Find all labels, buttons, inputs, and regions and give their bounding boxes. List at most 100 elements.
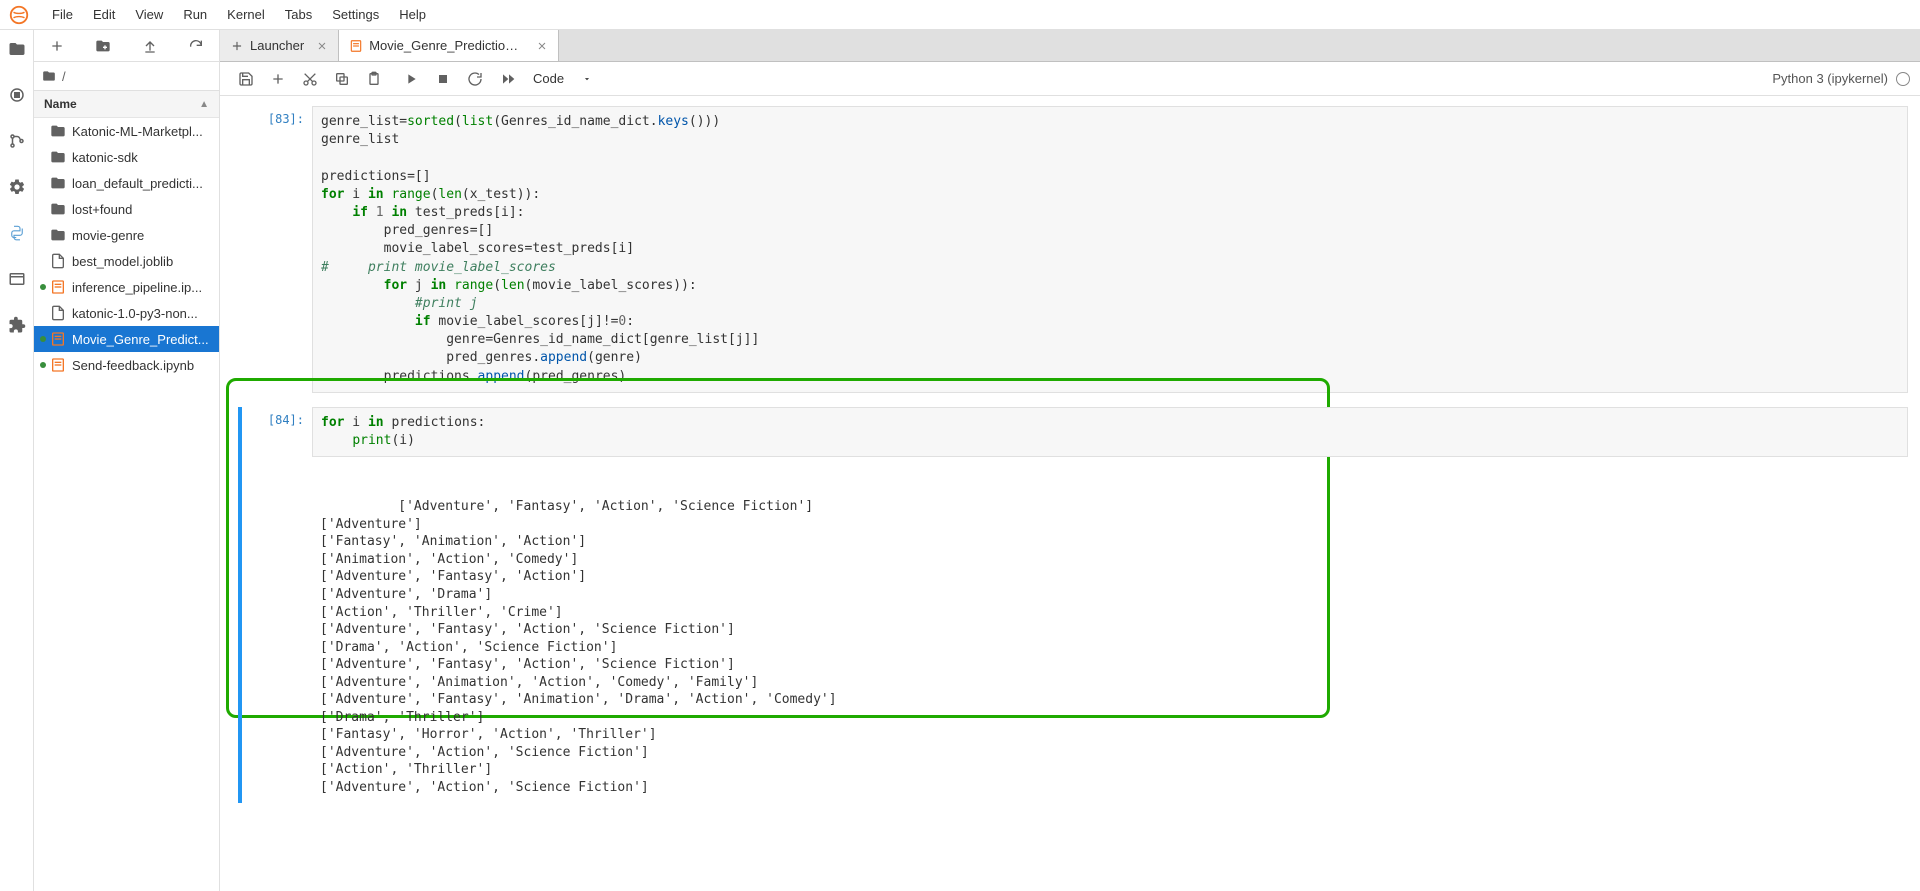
file-item[interactable]: Movie_Genre_Predict... <box>34 326 219 352</box>
menu-view[interactable]: View <box>125 3 173 26</box>
main-area: Launcher Movie_Genre_Prediction.ipyn Code… <box>220 30 1920 891</box>
tab[interactable]: Launcher <box>220 30 339 61</box>
jupyter-logo-icon <box>8 4 30 26</box>
tab-label: Movie_Genre_Prediction.ipyn <box>369 38 524 53</box>
cell-prompt: [84]: <box>232 407 312 803</box>
file-list: Katonic-ML-Marketpl...katonic-sdk loan_de… <box>34 118 219 891</box>
file-item[interactable]: inference_pipeline.ip... <box>34 274 219 300</box>
run-icon[interactable] <box>403 71 419 87</box>
paste-icon[interactable] <box>366 71 382 87</box>
file-item-label: Send-feedback.ipynb <box>72 358 194 373</box>
breadcrumb[interactable]: / <box>34 62 219 90</box>
menu-help[interactable]: Help <box>389 3 436 26</box>
python-icon[interactable] <box>8 224 26 242</box>
close-icon[interactable] <box>536 40 548 52</box>
save-icon[interactable] <box>238 71 254 87</box>
cut-icon[interactable] <box>302 71 318 87</box>
file-item-label: katonic-1.0-py3-non... <box>72 306 198 321</box>
cell-type-select[interactable]: Code <box>533 71 592 86</box>
file-icon <box>50 253 66 269</box>
file-list-header-name: Name <box>44 97 77 111</box>
activity-bar <box>0 30 34 891</box>
menu-edit[interactable]: Edit <box>83 3 125 26</box>
folder-icon <box>50 149 66 165</box>
file-item[interactable]: Send-feedback.ipynb <box>34 352 219 378</box>
running-dot-icon <box>40 284 46 290</box>
file-item-label: loan_default_predicti... <box>72 176 203 191</box>
running-icon[interactable] <box>8 86 26 104</box>
restart-icon[interactable] <box>467 71 483 87</box>
file-item[interactable]: katonic-sdk <box>34 144 219 170</box>
cell-output: ['Adventure', 'Fantasy', 'Action', 'Scie… <box>312 457 1908 802</box>
running-dot-icon <box>40 258 46 264</box>
kernel-name: Python 3 (ipykernel) <box>1772 71 1888 86</box>
extensions-icon[interactable] <box>8 316 26 334</box>
file-item[interactable]: lost+found <box>34 196 219 222</box>
file-browser: / Name ▲ Katonic-ML-Marketpl...katonic-s… <box>34 30 220 891</box>
folder-icon <box>50 123 66 139</box>
running-dot-icon <box>40 310 46 316</box>
git-icon[interactable] <box>8 132 26 150</box>
file-item[interactable]: loan_default_predicti... <box>34 170 219 196</box>
copy-icon[interactable] <box>334 71 350 87</box>
cell-input[interactable]: for i in predictions: print(i) <box>312 407 1908 457</box>
file-item-label: lost+found <box>72 202 132 217</box>
folder-icon <box>50 201 66 217</box>
code-cell[interactable]: [84]: for i in predictions: print(i) ['A… <box>232 407 1908 803</box>
output-collapser[interactable] <box>238 457 242 802</box>
file-browser-toolbar <box>34 30 219 62</box>
menu-tabs[interactable]: Tabs <box>275 3 322 26</box>
close-icon[interactable] <box>316 40 328 52</box>
folder-icon <box>50 227 66 243</box>
running-dot-icon <box>40 154 46 160</box>
kernel-indicator-icon <box>1896 72 1910 86</box>
tabs-icon[interactable] <box>8 270 26 288</box>
notebook-icon <box>50 279 66 295</box>
plus-icon <box>230 39 244 53</box>
new-launcher-icon[interactable] <box>49 38 65 54</box>
refresh-icon[interactable] <box>188 38 204 54</box>
file-icon <box>50 305 66 321</box>
tab[interactable]: Movie_Genre_Prediction.ipyn <box>339 30 559 61</box>
file-item[interactable]: best_model.joblib <box>34 248 219 274</box>
menu-run[interactable]: Run <box>173 3 217 26</box>
code-cell[interactable]: [83]: genre_list=sorted(list(Genres_id_n… <box>232 106 1908 393</box>
notebook-toolbar: Code Python 3 (ipykernel) <box>220 62 1920 96</box>
folder-icon <box>50 175 66 191</box>
running-dot-icon <box>40 206 46 212</box>
folder-icon[interactable] <box>8 40 26 58</box>
stop-icon[interactable] <box>435 71 451 87</box>
file-item[interactable]: katonic-1.0-py3-non... <box>34 300 219 326</box>
breadcrumb-root[interactable]: / <box>62 69 66 84</box>
file-item[interactable]: Katonic-ML-Marketpl... <box>34 118 219 144</box>
menu-kernel[interactable]: Kernel <box>217 3 275 26</box>
notebook[interactable]: [83]: genre_list=sorted(list(Genres_id_n… <box>220 96 1920 891</box>
cell-type-label: Code <box>533 71 564 86</box>
file-item-label: Movie_Genre_Predict... <box>72 332 209 347</box>
insert-cell-icon[interactable] <box>270 71 286 87</box>
tab-bar: Launcher Movie_Genre_Prediction.ipyn <box>220 30 1920 62</box>
file-item-label: movie-genre <box>72 228 144 243</box>
notebook-icon <box>50 357 66 373</box>
new-folder-icon[interactable] <box>95 38 111 54</box>
running-dot-icon <box>40 180 46 186</box>
notebook-icon <box>349 39 363 53</box>
menu-file[interactable]: File <box>42 3 83 26</box>
running-dot-icon <box>40 128 46 134</box>
menu-settings[interactable]: Settings <box>322 3 389 26</box>
running-dot-icon <box>40 232 46 238</box>
upload-icon[interactable] <box>142 38 158 54</box>
file-item[interactable]: movie-genre <box>34 222 219 248</box>
file-item-label: inference_pipeline.ip... <box>72 280 202 295</box>
menu-bar: File Edit View Run Kernel Tabs Settings … <box>0 0 1920 30</box>
running-dot-icon <box>40 362 46 368</box>
notebook-icon <box>50 331 66 347</box>
kernel-status[interactable]: Python 3 (ipykernel) <box>1772 71 1910 86</box>
settings-icon[interactable] <box>8 178 26 196</box>
chevron-down-icon <box>582 74 592 84</box>
cell-input[interactable]: genre_list=sorted(list(Genres_id_name_di… <box>312 106 1908 393</box>
restart-run-all-icon[interactable] <box>499 71 515 87</box>
cell-prompt: [83]: <box>232 106 312 393</box>
tab-label: Launcher <box>250 38 304 53</box>
file-list-header[interactable]: Name ▲ <box>34 90 219 118</box>
